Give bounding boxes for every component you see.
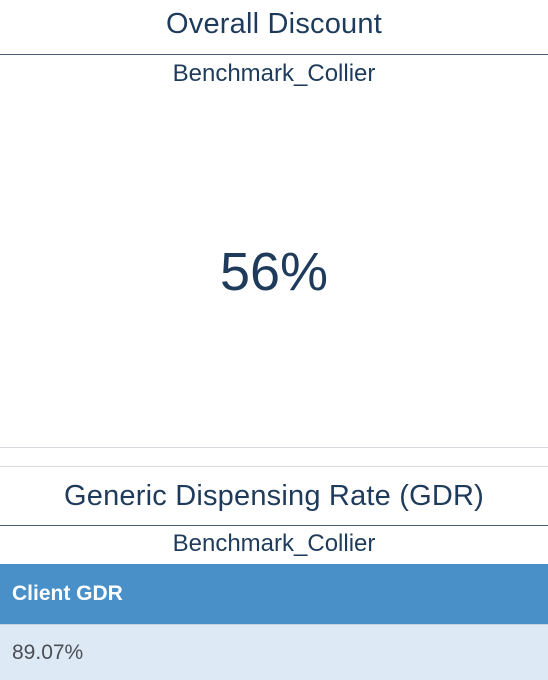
overall-discount-title: Overall Discount [166,8,382,40]
table-header-client-gdr[interactable]: Client GDR [0,564,548,624]
overall-discount-value: 56% [219,242,329,302]
gdr-subtitle: Benchmark_Collier [172,530,376,557]
panel-divider [0,466,548,467]
table-row: 89.07% [0,624,548,680]
panel-divider [0,447,548,448]
gdr-title: Generic Dispensing Rate (GDR) [64,480,484,512]
dashboard-page: Overall Discount Benchmark_Collier 56% G… [0,0,548,680]
overall-discount-subtitle: Benchmark_Collier [172,60,376,87]
title-divider [0,525,548,526]
table-cell-client-gdr: 89.07% [12,641,84,664]
title-divider [0,54,548,55]
gdr-table: Client GDR 89.07% [0,564,548,680]
